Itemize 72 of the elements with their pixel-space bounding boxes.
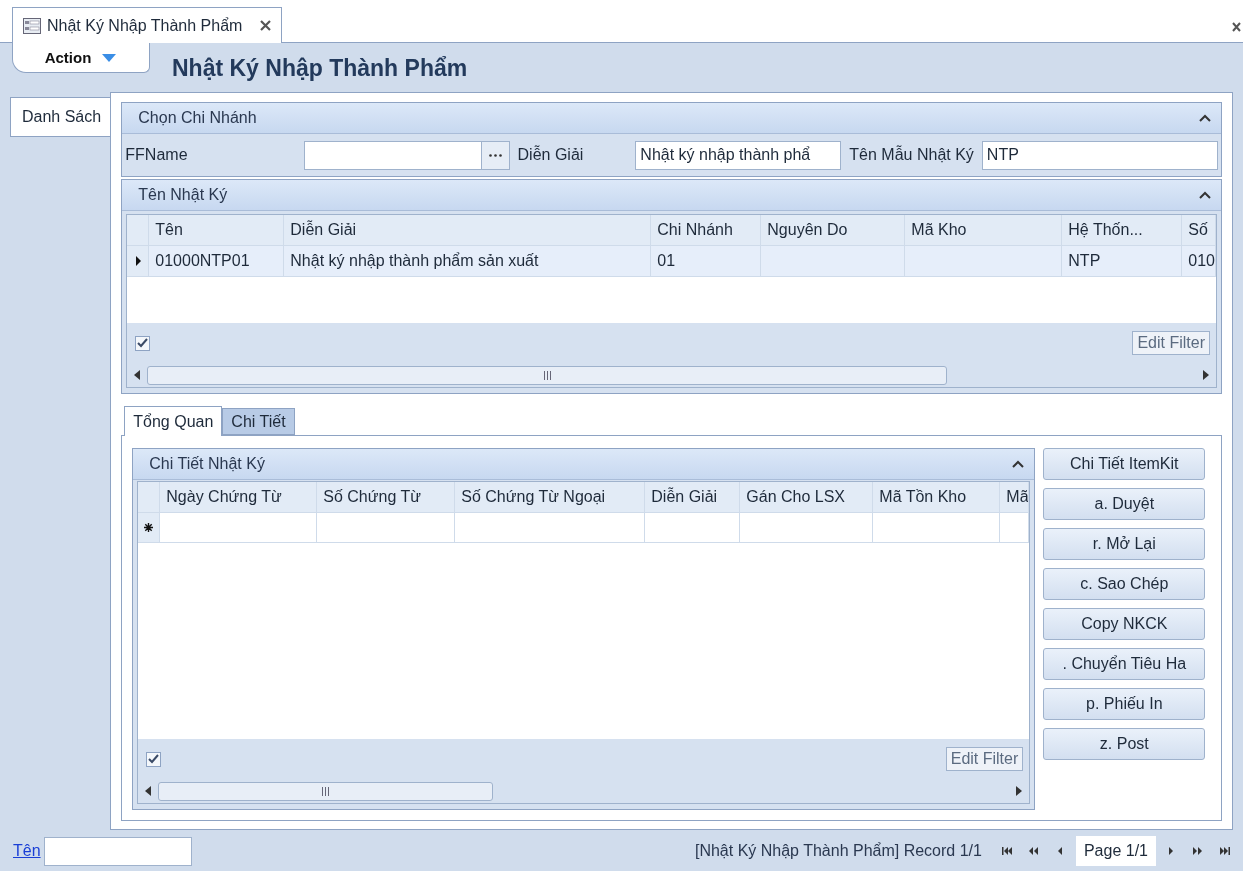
command-button[interactable]: Chi Tiết ItemKit	[1043, 448, 1206, 480]
page-title: Nhật Ký Nhập Thành Phẩm	[172, 55, 468, 82]
command-button[interactable]: Copy NKCK	[1043, 608, 1206, 640]
column-header[interactable]: Mã Kho	[905, 215, 1063, 245]
page-indicator: Page 1/1	[1075, 836, 1156, 866]
tab[interactable]: Chi Tiết	[222, 408, 295, 435]
table-cell: NTP	[1062, 246, 1183, 276]
column-header[interactable]: Gán Cho LSX	[740, 482, 874, 512]
table-cell: 01	[651, 246, 762, 276]
column-header[interactable]: Chi Nhánh	[651, 215, 762, 245]
command-button[interactable]: z. Post	[1043, 728, 1206, 760]
grip-icon	[542, 370, 552, 380]
column-header[interactable]: Số Chứng Từ	[317, 482, 456, 512]
search-label-link[interactable]: Tên	[13, 842, 41, 860]
ellipsis-icon	[488, 153, 502, 157]
double-right-icon	[1192, 846, 1204, 856]
field-label: Tên Mẫu Nhật Ký	[849, 146, 974, 164]
caret-icon	[101, 52, 118, 63]
scroll-left-icon[interactable]	[133, 370, 142, 380]
lookup-field[interactable]	[303, 140, 510, 170]
table-row[interactable]: 01000NTP01 Nhật ký nhập thành phẩm sản xuất 01 NTP 010	[127, 246, 1216, 277]
command-button[interactable]: p. Phiếu In	[1043, 688, 1206, 720]
edit-filter-button[interactable]: Edit Filter	[945, 747, 1024, 771]
text-field[interactable]: Nhật ký nhập thành phẩ	[635, 140, 842, 170]
column-header[interactable]: Số	[1182, 215, 1216, 245]
column-header[interactable]: Số Chứng Từ Ngoại	[455, 482, 646, 512]
grip-icon	[321, 786, 331, 796]
checkbox[interactable]	[146, 751, 162, 767]
field-label: FFName	[125, 146, 188, 164]
scrollbar-thumb[interactable]	[147, 365, 948, 385]
action-menu-button[interactable]: Action	[12, 43, 150, 73]
field-label: Diễn Giải	[517, 146, 584, 164]
column-header[interactable]: Tên	[149, 215, 285, 245]
column-header[interactable]: Ngày Chứng Từ	[160, 482, 318, 512]
scrollbar-thumb[interactable]	[158, 781, 494, 801]
scroll-right-icon[interactable]	[1202, 370, 1210, 380]
column-header[interactable]: Diễn Giải	[645, 482, 741, 512]
skip-back-icon	[1000, 846, 1013, 856]
command-button[interactable]: r. Mở Lại	[1043, 528, 1206, 560]
collapse-icon[interactable]	[1199, 114, 1211, 122]
group-title: Tên Nhật Ký	[138, 186, 228, 204]
column-header[interactable]: Diễn Giải	[284, 215, 652, 245]
command-button[interactable]: a. Duyệt	[1043, 488, 1206, 520]
column-header[interactable]: Mã Tồn Kho	[873, 482, 1001, 512]
column-header[interactable]: Hệ Thốn...	[1062, 215, 1183, 245]
collapse-icon[interactable]	[1199, 191, 1211, 199]
column-header[interactable]: Mã	[1000, 482, 1030, 512]
table-cell: 01000NTP01	[149, 246, 285, 276]
command-button[interactable]: c. Sao Chép	[1043, 568, 1206, 600]
search-field[interactable]	[43, 836, 192, 866]
table-cell: Nhật ký nhập thành phẩm sản xuất	[284, 246, 652, 276]
command-button[interactable]: . Chuyển Tiêu Ha	[1043, 648, 1206, 680]
edit-filter-button[interactable]: Edit Filter	[1132, 331, 1210, 355]
skip-forward-icon	[1219, 846, 1231, 856]
column-header[interactable]: Nguyên Do	[761, 215, 906, 245]
text-field[interactable]: NTP	[981, 140, 1218, 170]
group-title: Chi Tiết Nhật Ký	[149, 455, 265, 473]
row-pointer-icon	[134, 256, 141, 266]
scroll-right-icon[interactable]	[1015, 786, 1024, 796]
side-tab[interactable]: Danh Sách	[10, 97, 111, 137]
form-icon	[23, 17, 41, 34]
collapse-icon[interactable]	[1012, 460, 1025, 468]
checkbox[interactable]	[135, 335, 151, 351]
scroll-left-icon[interactable]	[144, 786, 153, 796]
double-left-icon	[1027, 846, 1040, 856]
record-status: [Nhật Ký Nhập Thành Phẩm] Record 1/1	[694, 842, 982, 860]
document-tab[interactable]: Nhật Ký Nhập Thành Phẩm	[12, 7, 283, 43]
tab[interactable]: Tổng Quan	[124, 406, 223, 436]
close-icon[interactable]	[260, 20, 272, 31]
group-title: Chọn Chi Nhánh	[138, 109, 257, 127]
close-icon[interactable]	[1232, 22, 1241, 32]
table-cell: 010	[1182, 246, 1216, 276]
